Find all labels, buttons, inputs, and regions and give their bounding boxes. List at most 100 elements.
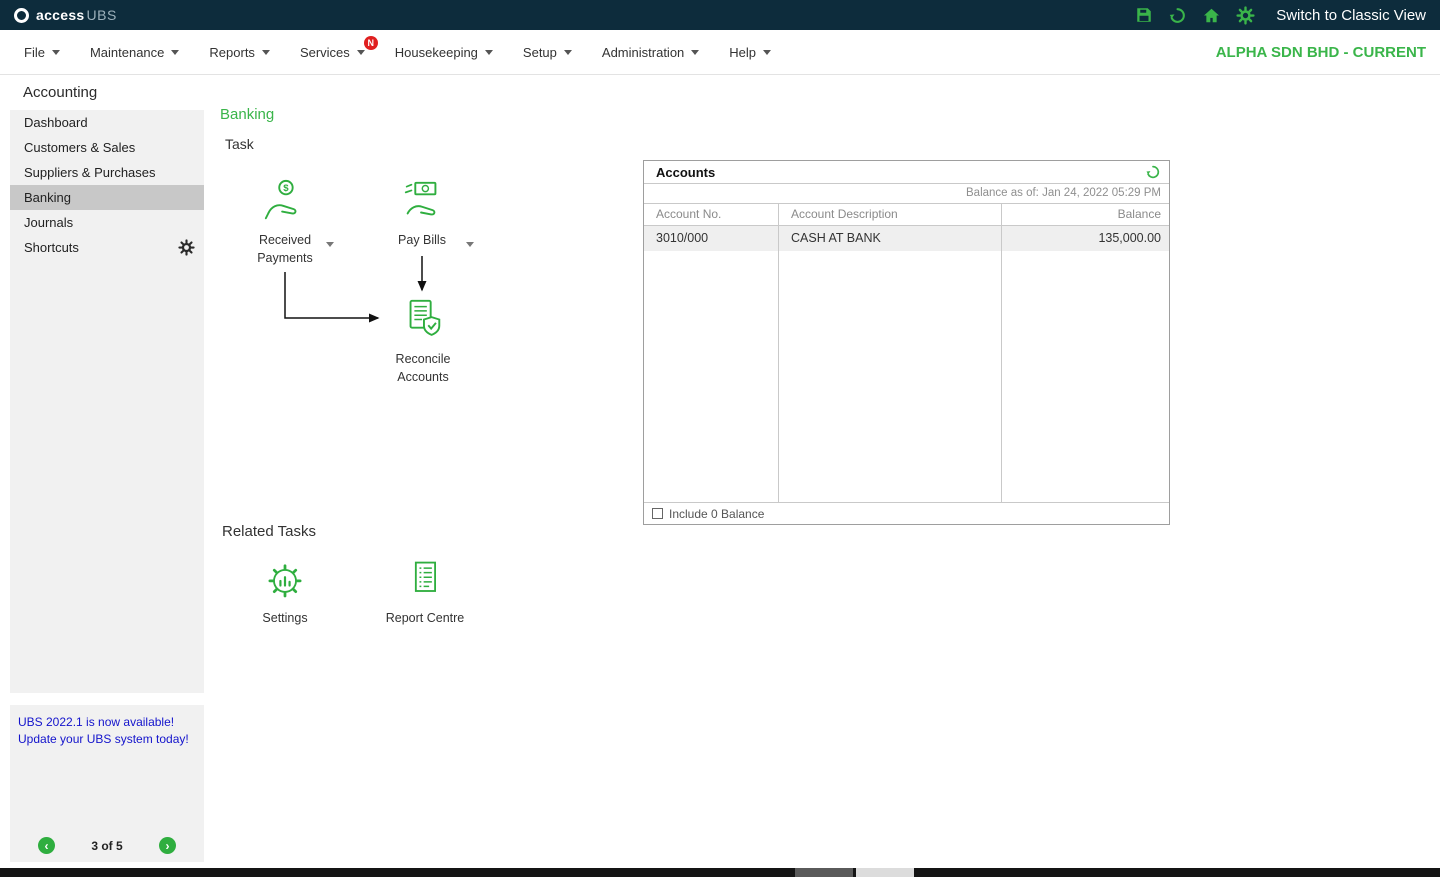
related-report-centre[interactable]: Report Centre bbox=[375, 558, 475, 627]
menu-label: File bbox=[24, 45, 45, 60]
svg-text:$: $ bbox=[283, 183, 289, 194]
module-title: Accounting bbox=[23, 84, 97, 101]
menu-label: Maintenance bbox=[90, 45, 164, 60]
menu-item-maintenance[interactable]: Maintenance bbox=[90, 45, 179, 60]
shortcuts-gear-icon[interactable] bbox=[178, 239, 195, 264]
menu-label: Housekeeping bbox=[395, 45, 478, 60]
taskbar-segment[interactable] bbox=[856, 868, 914, 877]
top-bar: access UBS bbox=[0, 0, 1440, 30]
chevron-down-icon bbox=[485, 50, 493, 55]
sidebar-item-label: Journals bbox=[24, 215, 73, 230]
report-centre-icon bbox=[403, 558, 447, 607]
accounts-footer: Include 0 Balance bbox=[644, 502, 1169, 524]
table-row[interactable]: 3010/000 CASH AT BANK 135,000.00 bbox=[644, 226, 1169, 251]
sidebar-item-label: Banking bbox=[24, 190, 71, 205]
accounts-column-headers: Account No. Account Description Balance bbox=[644, 203, 1169, 226]
chevron-down-icon bbox=[564, 50, 572, 55]
taskbar-strip bbox=[0, 868, 1440, 877]
notice-line-2: Update your UBS system today! bbox=[18, 731, 196, 748]
task-received-payments[interactable]: $ Received Payments bbox=[239, 178, 331, 267]
access-logo-icon bbox=[14, 8, 29, 23]
gear-icon[interactable] bbox=[1236, 6, 1255, 25]
sidebar-item-shortcuts[interactable]: Shortcuts bbox=[10, 235, 204, 260]
task-label: Report Centre bbox=[375, 609, 475, 627]
sidebar-item-suppliers-purchases[interactable]: Suppliers & Purchases bbox=[10, 160, 204, 185]
chevron-down-icon bbox=[357, 50, 365, 55]
sidebar-item-journals[interactable]: Journals bbox=[10, 210, 204, 235]
balance-as-of: Balance as of: Jan 24, 2022 05:29 PM bbox=[644, 184, 1169, 203]
menu-label: Setup bbox=[523, 45, 557, 60]
sidebar-item-banking[interactable]: Banking bbox=[10, 185, 204, 210]
task-reconcile-accounts[interactable]: Reconcile Accounts bbox=[377, 297, 469, 386]
menu-label: Administration bbox=[602, 45, 684, 60]
switch-classic-view-button[interactable]: Switch to Classic View bbox=[1276, 7, 1426, 24]
menu-item-administration[interactable]: Administration bbox=[602, 45, 699, 60]
chevron-down-icon bbox=[52, 50, 60, 55]
menu-item-setup[interactable]: Setup bbox=[523, 45, 572, 60]
chevron-down-icon bbox=[262, 50, 270, 55]
cell-account-description: CASH AT BANK bbox=[779, 226, 1002, 251]
task-pay-bills[interactable]: Pay Bills bbox=[376, 178, 468, 249]
menu-item-housekeeping[interactable]: Housekeeping bbox=[395, 45, 493, 60]
accounts-panel: Accounts Balance as of: Jan 24, 2022 05:… bbox=[643, 160, 1170, 525]
column-header-account-no: Account No. bbox=[644, 204, 779, 225]
sidebar-item-label: Suppliers & Purchases bbox=[24, 165, 156, 180]
menu-label: Reports bbox=[209, 45, 255, 60]
notice-line-1: UBS 2022.1 is now available! bbox=[18, 714, 196, 731]
accounts-title: Accounts bbox=[656, 165, 715, 180]
notice-pager: ‹ 3 of 5 › bbox=[10, 837, 204, 854]
brand-access: access bbox=[36, 7, 85, 23]
pager-label: 3 of 5 bbox=[91, 839, 122, 853]
menu-item-services[interactable]: Services N bbox=[300, 45, 365, 60]
pay-bills-dropdown-icon[interactable] bbox=[466, 242, 474, 247]
sidebar-item-label: Customers & Sales bbox=[24, 140, 135, 155]
refresh-icon[interactable] bbox=[1168, 6, 1187, 25]
menu-bar: File Maintenance Reports Services N Hous… bbox=[0, 30, 1440, 75]
column-divider bbox=[1001, 251, 1002, 502]
sidebar-item-label: Shortcuts bbox=[24, 240, 79, 255]
chevron-down-icon bbox=[171, 50, 179, 55]
task-label: Received Payments bbox=[239, 231, 331, 267]
column-header-balance: Balance bbox=[1002, 204, 1169, 225]
accounts-table-body bbox=[644, 251, 1169, 502]
notification-badge: N bbox=[364, 36, 378, 50]
column-header-account-description: Account Description bbox=[779, 204, 1002, 225]
sidebar-item-customers-sales[interactable]: Customers & Sales bbox=[10, 135, 204, 160]
chevron-down-icon bbox=[691, 50, 699, 55]
pay-bills-icon bbox=[399, 178, 445, 229]
app-window: access UBS bbox=[0, 0, 1440, 877]
task-label: Reconcile Accounts bbox=[377, 350, 469, 386]
update-notice-panel: UBS 2022.1 is now available! Update your… bbox=[10, 705, 204, 862]
chevron-down-icon bbox=[763, 50, 771, 55]
settings-icon bbox=[263, 558, 307, 607]
home-icon[interactable] bbox=[1202, 6, 1221, 25]
menu-label: Services bbox=[300, 45, 350, 60]
received-payments-icon: $ bbox=[262, 178, 308, 229]
pager-prev-button[interactable]: ‹ bbox=[38, 837, 55, 854]
task-section-label: Task bbox=[225, 136, 254, 152]
sidebar-item-dashboard[interactable]: Dashboard bbox=[10, 110, 204, 135]
company-name: ALPHA SDN BHD - CURRENT bbox=[1216, 44, 1426, 61]
include-zero-balance-checkbox[interactable] bbox=[652, 508, 663, 519]
sidebar: Dashboard Customers & Sales Suppliers & … bbox=[10, 110, 204, 693]
menu-label: Help bbox=[729, 45, 756, 60]
column-divider bbox=[778, 251, 779, 502]
related-tasks-label: Related Tasks bbox=[222, 523, 316, 540]
task-label: Settings bbox=[239, 609, 331, 627]
pager-next-button[interactable]: › bbox=[159, 837, 176, 854]
update-notice-link[interactable]: UBS 2022.1 is now available! Update your… bbox=[10, 705, 204, 748]
menu-item-reports[interactable]: Reports bbox=[209, 45, 270, 60]
cell-balance: 135,000.00 bbox=[1002, 226, 1169, 251]
sidebar-item-label: Dashboard bbox=[24, 115, 88, 130]
taskbar-segment[interactable] bbox=[795, 868, 853, 877]
brand-ubs: UBS bbox=[87, 7, 117, 23]
menu-item-file[interactable]: File bbox=[24, 45, 60, 60]
received-payments-dropdown-icon[interactable] bbox=[326, 242, 334, 247]
save-icon[interactable] bbox=[1134, 6, 1153, 25]
include-zero-balance-label: Include 0 Balance bbox=[669, 507, 764, 521]
menu-item-help[interactable]: Help bbox=[729, 45, 771, 60]
task-label: Pay Bills bbox=[376, 231, 468, 249]
related-settings[interactable]: Settings bbox=[239, 558, 331, 627]
accounts-refresh-icon[interactable] bbox=[1145, 164, 1161, 185]
cell-account-no: 3010/000 bbox=[644, 226, 779, 251]
